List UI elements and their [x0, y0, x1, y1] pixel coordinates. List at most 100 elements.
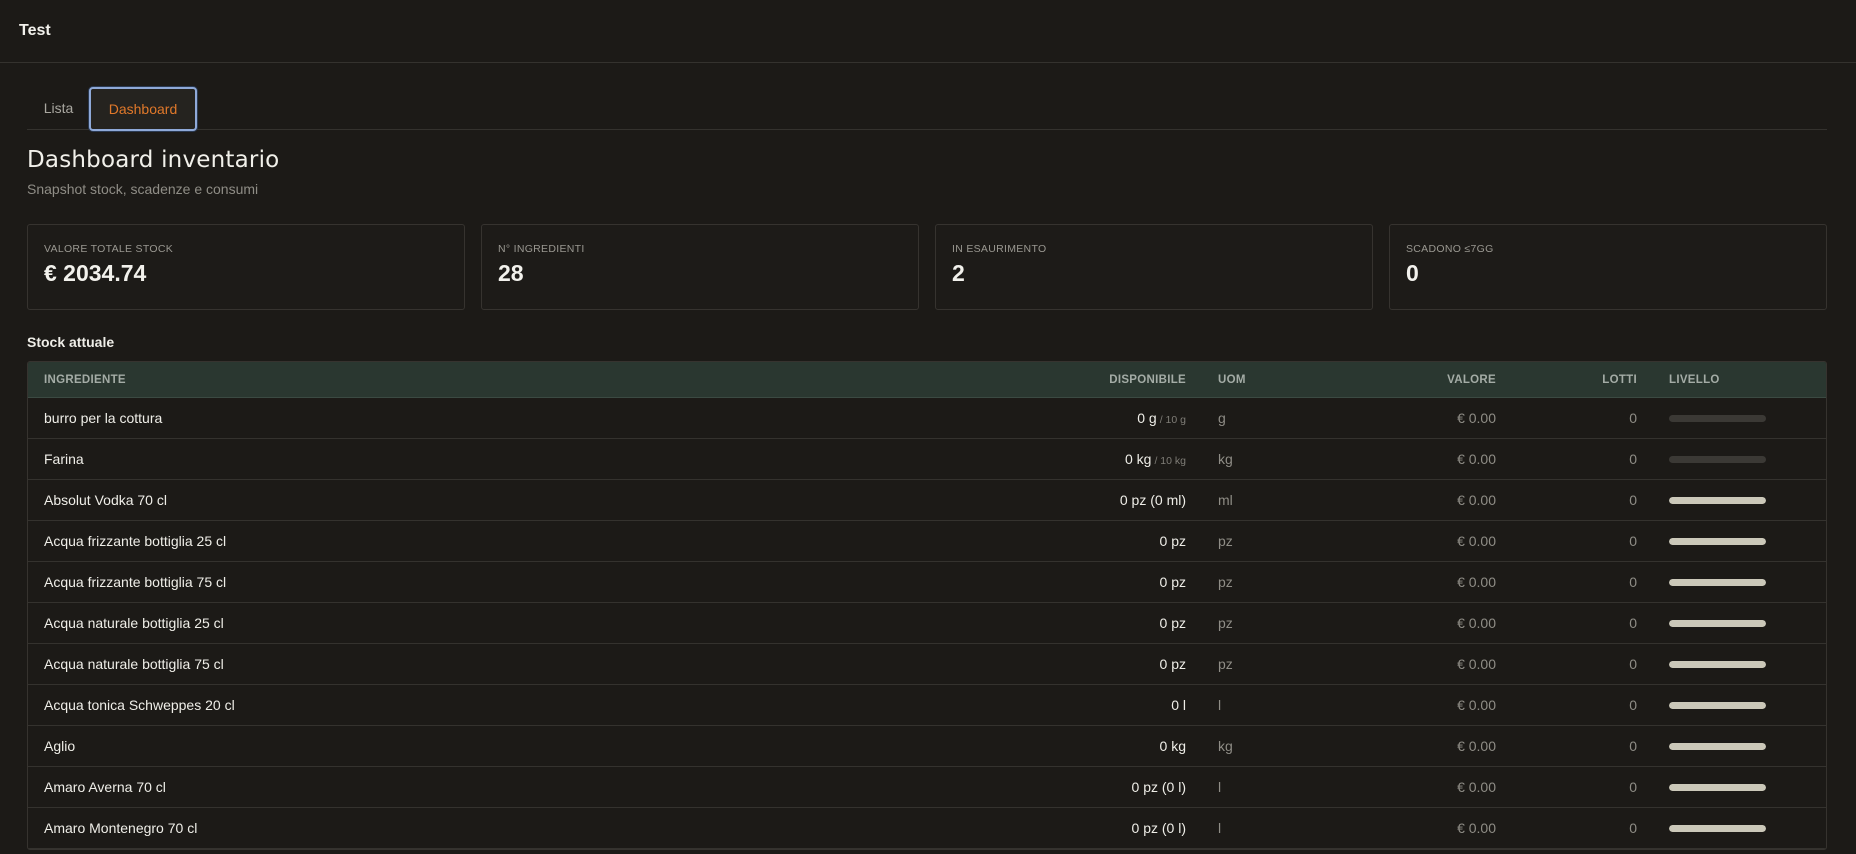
- ingredient-name: Farina: [44, 451, 84, 467]
- name-available-group: Amaro Montenegro 70 cl 0 pz (0 l): [28, 820, 1186, 836]
- kpi-value: 2: [952, 260, 965, 286]
- table-row[interactable]: Acqua naturale bottiglia 25 cl 0 pz pz € 0.…: [28, 603, 1826, 644]
- column-header-available[interactable]: DISPONIBILE: [1109, 374, 1186, 386]
- column-header-lots[interactable]: LOTTI: [1496, 374, 1637, 386]
- table-row[interactable]: Acqua tonica Schweppes 20 cl 0 l l € 0.00 0: [28, 685, 1826, 726]
- lots-cell: 0: [1629, 779, 1637, 795]
- available-quantity: 0 pz (0 l): [1131, 820, 1186, 836]
- name-available-group: Acqua frizzante bottiglia 25 cl 0 pz: [28, 533, 1186, 549]
- name-available-group: Acqua tonica Schweppes 20 cl 0 l: [28, 697, 1186, 713]
- ingredient-name: Acqua frizzante bottiglia 75 cl: [44, 574, 227, 590]
- available-quantity: 0 pz: [1159, 656, 1186, 672]
- value-cell: € 0.00: [1457, 410, 1496, 426]
- lots-cell: 0: [1629, 697, 1637, 713]
- threshold-quantity: / 10 kg: [1154, 455, 1186, 467]
- tab-dashboard[interactable]: Dashboard: [89, 87, 197, 131]
- kpi-label: N° INGREDIENTI: [498, 243, 585, 255]
- uom-cell: kg: [1218, 451, 1233, 467]
- level-cell: [1637, 660, 1826, 668]
- level-bar-fill: [1669, 537, 1766, 545]
- kpi-label: SCADONO ≤7GG: [1406, 243, 1494, 255]
- available-quantity: 0 l: [1171, 697, 1186, 713]
- value-cell: € 0.00: [1457, 492, 1496, 508]
- value-cell: € 0.00: [1457, 574, 1496, 590]
- available-cell: 0 g/ 10 g: [1137, 410, 1186, 426]
- value-cell: € 0.00: [1457, 451, 1496, 467]
- uom-cell: l: [1218, 779, 1222, 795]
- column-header-level[interactable]: LIVELLO: [1637, 374, 1826, 386]
- kpi-card-ingredient-count: N° INGREDIENTI 28: [481, 224, 919, 310]
- table-row[interactable]: Acqua frizzante bottiglia 25 cl 0 pz pz € 0…: [28, 521, 1826, 562]
- lots-cell: 0: [1629, 574, 1637, 590]
- level-bar: [1669, 537, 1766, 545]
- available-cell: 0 pz: [1160, 533, 1186, 549]
- kpi-value: 28: [498, 260, 524, 286]
- page-subtitle: Snapshot stock, scadenze e consumi: [27, 181, 259, 197]
- table-row[interactable]: Farina 0 kg/ 10 kg kg € 0.00 0: [28, 439, 1826, 480]
- table-body: burro per la cottura 0 g/ 10 g g € 0.00 0 Far…: [28, 398, 1826, 849]
- threshold-quantity: / 10 g: [1159, 414, 1186, 426]
- table-row[interactable]: Amaro Averna 70 cl 0 pz (0 l) l € 0.00 0: [28, 767, 1826, 808]
- level-cell: [1637, 701, 1826, 709]
- kpi-card-expiring: SCADONO ≤7GG 0: [1389, 224, 1827, 310]
- available-quantity: 0 kg: [1125, 451, 1152, 467]
- level-cell: [1637, 742, 1826, 750]
- ingredient-name: Acqua naturale bottiglia 75 cl: [44, 656, 224, 672]
- name-available-group: Aglio 0 kg: [28, 738, 1186, 754]
- name-available-group: Acqua frizzante bottiglia 75 cl 0 pz: [28, 574, 1186, 590]
- uom-cell: pz: [1218, 574, 1233, 590]
- column-header-uom[interactable]: UOM: [1186, 374, 1346, 386]
- ingredient-name: Acqua naturale bottiglia 25 cl: [44, 615, 224, 631]
- lots-cell: 0: [1629, 492, 1637, 508]
- value-cell: € 0.00: [1457, 779, 1496, 795]
- available-cell: 0 pz: [1160, 574, 1186, 590]
- available-quantity: 0 pz (0 ml): [1119, 492, 1186, 508]
- available-cell: 0 pz: [1160, 615, 1186, 631]
- level-bar: [1669, 701, 1766, 709]
- table-row[interactable]: Acqua naturale bottiglia 75 cl 0 pz pz € 0.…: [28, 644, 1826, 685]
- uom-cell: ml: [1218, 492, 1233, 508]
- kpi-value: € 2034.74: [44, 260, 147, 286]
- column-header-value[interactable]: VALORE: [1346, 374, 1496, 386]
- stock-table: INGREDIENTE DISPONIBILE UOM VALORE LOTTI…: [27, 361, 1827, 850]
- level-cell: [1637, 824, 1826, 832]
- column-header-ingredient[interactable]: INGREDIENTE: [44, 374, 126, 386]
- level-bar: [1669, 660, 1766, 668]
- level-bar-fill: [1669, 742, 1766, 750]
- name-available-group: Absolut Vodka 70 cl 0 pz (0 ml): [28, 492, 1186, 508]
- value-cell: € 0.00: [1457, 656, 1496, 672]
- uom-cell: l: [1218, 697, 1222, 713]
- table-row[interactable]: Acqua frizzante bottiglia 75 cl 0 pz pz € 0…: [28, 562, 1826, 603]
- available-quantity: 0 pz: [1159, 615, 1186, 631]
- level-cell: [1637, 619, 1826, 627]
- uom-cell: g: [1218, 410, 1226, 426]
- table-row[interactable]: burro per la cottura 0 g/ 10 g g € 0.00 0: [28, 398, 1826, 439]
- name-available-group: Acqua naturale bottiglia 25 cl 0 pz: [28, 615, 1186, 631]
- ingredient-name: Amaro Averna 70 cl: [44, 779, 166, 795]
- page-title: Dashboard inventario: [27, 147, 280, 173]
- level-bar: [1669, 783, 1766, 791]
- level-bar-fill: [1669, 619, 1766, 627]
- lots-cell: 0: [1629, 656, 1637, 672]
- table-row[interactable]: Absolut Vodka 70 cl 0 pz (0 ml) ml € 0.00 0: [28, 480, 1826, 521]
- table-header: INGREDIENTE DISPONIBILE UOM VALORE LOTTI…: [28, 362, 1826, 398]
- value-cell: € 0.00: [1457, 738, 1496, 754]
- tab-lista[interactable]: Lista: [27, 86, 90, 129]
- name-available-group: burro per la cottura 0 g/ 10 g: [28, 410, 1186, 426]
- table-row[interactable]: Amaro Montenegro 70 cl 0 pz (0 l) l € 0.00 0: [28, 808, 1826, 849]
- uom-cell: pz: [1218, 533, 1233, 549]
- lots-cell: 0: [1629, 820, 1637, 836]
- available-quantity: 0 g: [1137, 410, 1157, 426]
- level-cell: [1637, 578, 1826, 586]
- level-cell: [1637, 455, 1826, 463]
- section-title-stock: Stock attuale: [27, 334, 115, 350]
- table-row[interactable]: Aglio 0 kg kg € 0.00 0: [28, 726, 1826, 767]
- tab-bar: Lista Dashboard: [27, 63, 1827, 131]
- level-bar: [1669, 455, 1766, 463]
- app-title: Test: [19, 22, 51, 39]
- level-bar: [1669, 824, 1766, 832]
- level-bar: [1669, 619, 1766, 627]
- kpi-label: VALORE TOTALE STOCK: [44, 243, 174, 255]
- level-cell: [1637, 496, 1826, 504]
- name-available-group: Farina 0 kg/ 10 kg: [28, 451, 1186, 467]
